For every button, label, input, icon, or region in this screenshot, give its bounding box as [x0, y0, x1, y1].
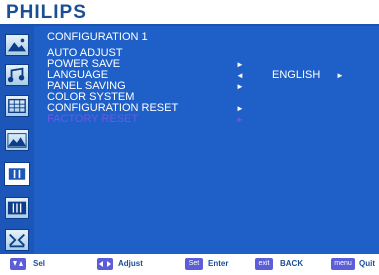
power-save-arrow-icon[interactable]: ► — [236, 59, 244, 70]
select-key-icon — [10, 258, 26, 270]
footer-sel-label: Sel — [33, 259, 46, 268]
language-value: ENGLISH — [272, 69, 321, 81]
exit-key: exit — [255, 258, 273, 270]
footer-back-label: BACK — [280, 259, 304, 268]
panel-saving-arrow-icon[interactable]: ► — [236, 81, 244, 92]
screen-icon[interactable] — [5, 129, 29, 151]
audio-icon[interactable] — [5, 64, 29, 86]
picture-icon[interactable] — [5, 34, 29, 56]
header: PHILIPS — [0, 0, 379, 23]
advanced-icon[interactable] — [5, 229, 29, 251]
configuration-1-icon[interactable] — [4, 162, 30, 186]
footer-bar: Sel Adjust Set Enter exit BACK menu Quit — [0, 254, 379, 274]
footer-enter-label: Enter — [208, 259, 229, 268]
menu-key: menu — [331, 258, 355, 270]
adjust-key-icon — [97, 258, 113, 270]
configuration-2-icon[interactable] — [5, 197, 29, 219]
grid-icon[interactable] — [5, 95, 29, 117]
language-right-arrow-icon[interactable]: ► — [336, 70, 344, 81]
sidebar — [0, 26, 34, 254]
footer-quit-label: Quit — [359, 259, 375, 268]
menu-item-factory-reset: FACTORY RESET — [47, 113, 139, 125]
configuration-reset-arrow-icon[interactable]: ► — [236, 103, 244, 114]
footer-adjust-label: Adjust — [118, 259, 143, 268]
osd-screen: PHILIPS CONFIGURATION 1 AUTO ADJUST POWE… — [0, 0, 379, 274]
language-left-arrow-icon[interactable]: ◄ — [236, 70, 244, 81]
factory-reset-arrow-icon: ► — [236, 115, 244, 124]
set-key: Set — [185, 258, 203, 270]
brand-logo: PHILIPS — [6, 2, 87, 23]
menu-title: CONFIGURATION 1 — [47, 31, 148, 43]
